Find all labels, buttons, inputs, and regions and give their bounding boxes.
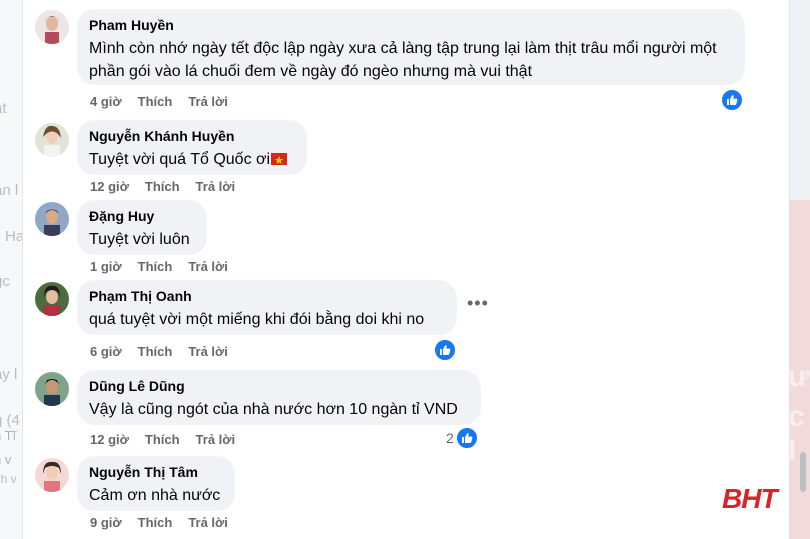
comment-author[interactable]: Nguyễn Thị Tâm <box>89 463 223 481</box>
comment-time[interactable]: 4 giờ <box>90 94 122 109</box>
background-fragment: h v <box>0 452 12 467</box>
vietnam-flag-icon <box>271 150 288 173</box>
background-fragment: ật <box>0 100 7 117</box>
reaction-count[interactable]: 2 <box>446 430 454 446</box>
background-fragment: gc <box>0 273 10 290</box>
watermark-logo: BHT <box>722 483 778 514</box>
like-action[interactable]: Thích <box>138 94 173 109</box>
reply-action[interactable]: Trả lời <box>188 259 228 274</box>
comment-bubble: Dũng Lê Dũng Vậy là cũng ngót của nhà nư… <box>77 370 481 425</box>
reply-action[interactable]: Trả lời <box>196 432 236 447</box>
like-action[interactable]: Thích <box>145 432 180 447</box>
background-fragment: g (4 <box>0 412 20 429</box>
avatar[interactable] <box>35 10 69 44</box>
comment-actions: 6 giờ Thích Trả lời <box>90 344 244 359</box>
avatar[interactable] <box>35 282 69 316</box>
comment-time[interactable]: 9 giờ <box>90 515 122 530</box>
like-action[interactable]: Thích <box>138 344 173 359</box>
comment-time[interactable]: 1 giờ <box>90 259 122 274</box>
reply-action[interactable]: Trả lời <box>188 94 228 109</box>
background-fragment: h Tĩ <box>0 428 17 443</box>
background-fragment: nh v <box>0 472 17 486</box>
comment-bubble: Nguyễn Khánh Huyền Tuyệt vời quá Tổ Quốc… <box>77 120 307 175</box>
like-icon[interactable] <box>720 88 744 112</box>
comment-author[interactable]: Phạm Thị Oanh <box>89 287 445 305</box>
comment-actions: 4 giờ Thích Trả lời <box>90 94 244 109</box>
comment-text: Vậy là cũng ngót của nhà nước hơn 10 ngà… <box>89 401 458 418</box>
comment-actions: 1 giờ Thích Trả lời <box>90 259 244 274</box>
like-icon[interactable] <box>433 338 457 362</box>
reply-action[interactable]: Trả lời <box>188 515 228 530</box>
comment-time[interactable]: 6 giờ <box>90 344 122 359</box>
comment-text: Tuyệt vời quá Tổ Quốc ơi <box>89 151 271 168</box>
comment-author[interactable]: Nguyễn Khánh Huyền <box>89 127 295 145</box>
like-action[interactable]: Thích <box>145 179 180 194</box>
more-options-icon[interactable]: ••• <box>467 293 489 314</box>
like-action[interactable]: Thích <box>138 515 173 530</box>
comment-bubble: Nguyễn Thị Tâm Cảm ơn nhà nước <box>77 456 235 511</box>
comment-author[interactable]: Đặng Huy <box>89 207 195 225</box>
comment-author[interactable]: Pham Huyền <box>89 16 733 34</box>
avatar[interactable] <box>35 202 69 236</box>
comment-time[interactable]: 12 giờ <box>90 432 129 447</box>
comment-bubble: Pham Huyền Mình còn nhớ ngày tết độc lập… <box>77 9 745 85</box>
comment-actions: 12 giờ Thích Trả lời <box>90 179 251 194</box>
comment-bubble: Đặng Huy Tuyệt vời luôn <box>77 200 207 255</box>
comment-text: Tuyệt vời luôn <box>89 231 190 248</box>
like-action[interactable]: Thích <box>138 259 173 274</box>
reply-action[interactable]: Trả lời <box>196 179 236 194</box>
scrollbar[interactable] <box>798 0 808 539</box>
comment-text: quá tuyệt vời một miếng khi đói bằng doi… <box>89 311 425 328</box>
comment-actions: 9 giờ Thích Trả lời <box>90 515 244 530</box>
avatar[interactable] <box>35 458 69 492</box>
background-fragment: ay l <box>0 366 18 383</box>
scrollbar-thumb[interactable] <box>800 452 806 492</box>
comments-panel[interactable]: Pham Huyền Mình còn nhớ ngày tết độc lập… <box>22 0 806 539</box>
comment-author[interactable]: Dũng Lê Dũng <box>89 377 469 395</box>
comment-bubble: Phạm Thị Oanh quá tuyệt vời một miếng kh… <box>77 280 457 335</box>
comment-text: Cảm ơn nhà nước <box>89 487 221 504</box>
reply-action[interactable]: Trả lời <box>188 344 228 359</box>
comment-text: Mình còn nhớ ngày tết độc lập ngày xưa c… <box>89 40 717 80</box>
comment-time[interactable]: 12 giờ <box>90 179 129 194</box>
comment-actions: 12 giờ Thích Trả lời <box>90 432 251 447</box>
background-fragment: an l <box>0 182 19 199</box>
like-icon[interactable] <box>455 426 479 450</box>
avatar[interactable] <box>35 372 69 406</box>
avatar[interactable] <box>35 123 69 157</box>
